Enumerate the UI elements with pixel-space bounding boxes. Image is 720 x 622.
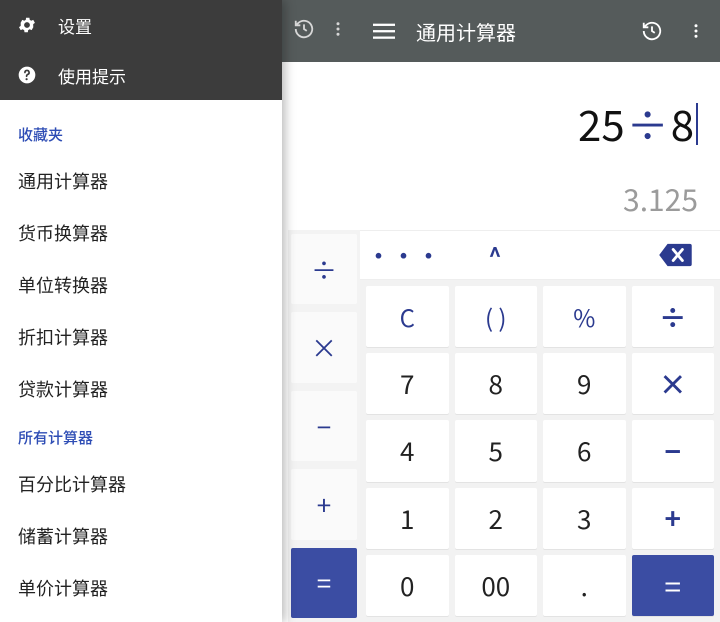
key-7[interactable]: 7: [366, 353, 449, 414]
more-icon[interactable]: [329, 19, 347, 43]
backspace-icon: [657, 242, 693, 268]
bg-key-eq[interactable]: =: [291, 548, 357, 618]
help-icon: [16, 65, 38, 85]
key-4[interactable]: 4: [366, 420, 449, 481]
left-screenshot-drawer-open: ÷ × − + = 设置 使用提示: [0, 0, 360, 622]
drawer-fav-item[interactable]: 货币换算器: [18, 211, 264, 263]
bg-key-sub[interactable]: −: [291, 391, 357, 461]
drawer-all-item[interactable]: 健康计算器: [18, 618, 264, 622]
key-clear[interactable]: C: [366, 286, 449, 347]
key-2[interactable]: 2: [455, 488, 538, 549]
drawer-fav-item[interactable]: 通用计算器: [18, 159, 264, 211]
expr-operand-b: 8: [671, 93, 694, 154]
keypad: C ( ) % ÷ 7 8 9 × 4 5 6 − 1 2 3 + 0 00 .…: [360, 280, 720, 622]
appbar: 通用计算器: [360, 0, 720, 62]
key-multiply[interactable]: ×: [632, 353, 715, 414]
drawer-fav-item[interactable]: 折扣计算器: [18, 315, 264, 367]
bg-key-add[interactable]: +: [291, 469, 357, 539]
drawer-fav-item[interactable]: 单位转换器: [18, 263, 264, 315]
more-functions-button[interactable]: •••: [360, 239, 450, 271]
expr-operand-a: 25: [578, 93, 625, 154]
key-dot[interactable]: .: [543, 555, 626, 616]
drawer-tips[interactable]: 使用提示: [0, 50, 282, 100]
app-title: 通用计算器: [416, 17, 620, 46]
caret-button[interactable]: ^: [450, 239, 540, 271]
key-3[interactable]: 3: [543, 488, 626, 549]
key-percent[interactable]: %: [543, 286, 626, 347]
key-9[interactable]: 9: [543, 353, 626, 414]
key-subtract[interactable]: −: [632, 420, 715, 481]
menu-icon[interactable]: [372, 19, 396, 43]
key-0[interactable]: 0: [366, 555, 449, 616]
backspace-button[interactable]: [630, 242, 720, 268]
function-row: ••• ^: [360, 230, 720, 280]
display: 25 ÷ 8 3.125: [360, 62, 720, 230]
bg-key-div[interactable]: ÷: [291, 234, 357, 304]
more-icon[interactable]: [684, 19, 708, 43]
key-equals[interactable]: =: [632, 555, 715, 616]
expr-operator: ÷: [627, 93, 669, 154]
drawer-section-favorites: 收藏夹: [18, 124, 264, 145]
key-6[interactable]: 6: [543, 420, 626, 481]
key-add[interactable]: +: [632, 488, 715, 549]
gear-icon: [16, 15, 38, 35]
bg-key-mul[interactable]: ×: [291, 312, 357, 382]
key-1[interactable]: 1: [366, 488, 449, 549]
key-8[interactable]: 8: [455, 353, 538, 414]
expression[interactable]: 25 ÷ 8: [578, 93, 698, 154]
key-5[interactable]: 5: [455, 420, 538, 481]
calculator-screen: 通用计算器 25 ÷ 8 3.125 ••• ^: [360, 0, 720, 622]
result: 3.125: [623, 176, 698, 220]
key-paren[interactable]: ( ): [455, 286, 538, 347]
drawer-settings-label: 设置: [58, 13, 92, 38]
drawer-all-item[interactable]: 储蓄计算器: [18, 514, 264, 566]
drawer-all-item[interactable]: 百分比计算器: [18, 462, 264, 514]
nav-drawer: 设置 使用提示 收藏夹 通用计算器 货币换算器 单位转换器 折扣计算器 贷款计算…: [0, 0, 282, 622]
history-icon[interactable]: [293, 18, 315, 45]
cursor: [696, 103, 698, 145]
key-00[interactable]: 00: [455, 555, 538, 616]
drawer-tips-label: 使用提示: [58, 63, 126, 88]
drawer-fav-item[interactable]: 贷款计算器: [18, 367, 264, 419]
drawer-section-all: 所有计算器: [18, 427, 264, 448]
key-divide[interactable]: ÷: [632, 286, 715, 347]
history-icon[interactable]: [640, 19, 664, 43]
drawer-settings[interactable]: 设置: [0, 0, 282, 50]
drawer-all-item[interactable]: 单价计算器: [18, 566, 264, 618]
